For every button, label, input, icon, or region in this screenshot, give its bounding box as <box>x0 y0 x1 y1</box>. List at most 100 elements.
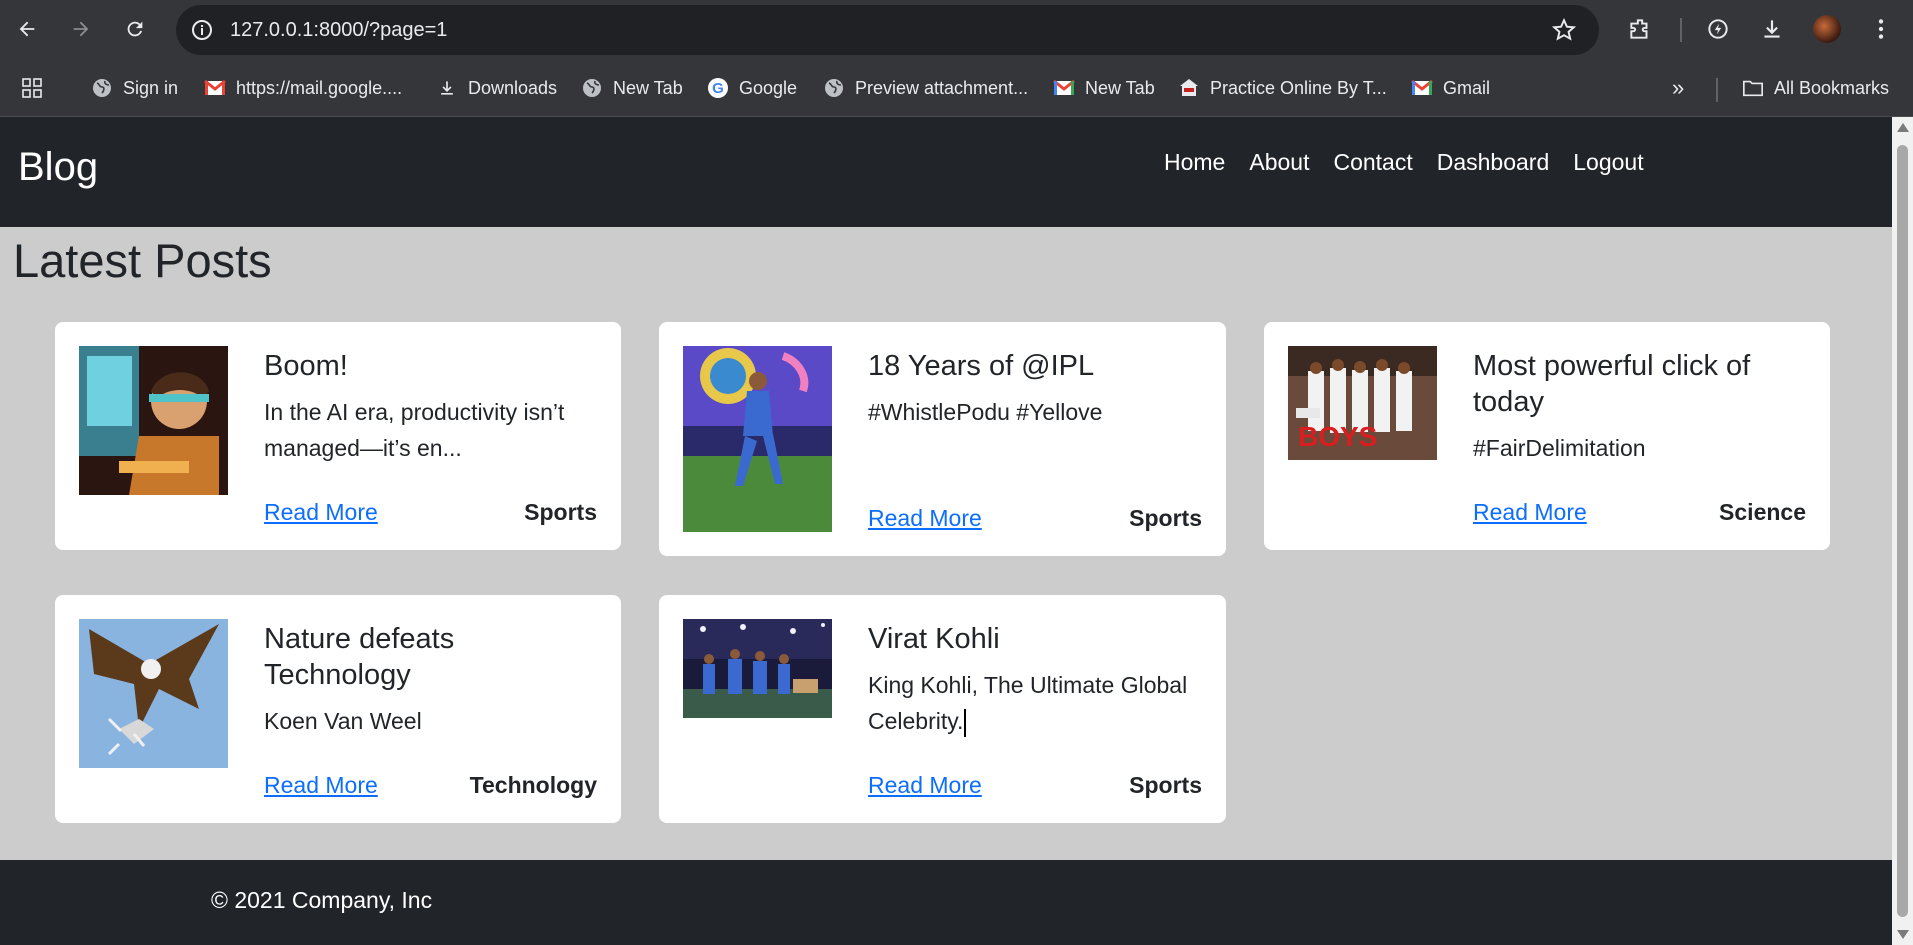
post-image-boy-at-computer[interactable] <box>79 346 228 495</box>
bookmark-gmail[interactable]: Gmail <box>1411 74 1490 102</box>
post-image-stadium-celebration[interactable] <box>683 619 832 718</box>
page-title: Latest Posts <box>13 234 272 287</box>
post-title: Boom! <box>264 350 348 382</box>
nav-home-link[interactable]: Home <box>1164 149 1225 176</box>
reload-button[interactable] <box>117 11 153 47</box>
arrow-right-icon <box>73 21 89 37</box>
post-excerpt: Koen Van Weel <box>264 708 422 734</box>
kebab-menu-icon <box>1878 19 1884 39</box>
arrow-left-icon <box>19 21 35 37</box>
post-title: Virat Kohli <box>868 623 1000 655</box>
page-scrollbar[interactable] <box>1892 117 1913 945</box>
post-category: Science <box>1719 499 1806 525</box>
puzzle-icon <box>1630 19 1648 39</box>
read-more-link[interactable]: Read More <box>264 499 378 526</box>
svg-text:G: G <box>712 80 724 97</box>
nav-links: Home About Contact Dashboard Logout <box>1164 149 1668 176</box>
read-more-link[interactable]: Read More <box>868 772 982 799</box>
post-body: Nature defeats Technology Koen Van Weel <box>264 621 597 739</box>
post-excerpt: In the AI era, productivity isn’t manage… <box>264 399 565 461</box>
downloads-button[interactable] <box>1757 14 1787 44</box>
post-image-the-boys-group[interactable]: BOYS <box>1288 346 1437 460</box>
reload-icon <box>127 21 143 37</box>
more-bookmarks-button[interactable]: » <box>1672 74 1684 102</box>
post-title: Nature defeats Technology <box>264 623 455 691</box>
bookmarks-divider <box>1716 78 1718 102</box>
browser-menu-button[interactable] <box>1866 14 1896 44</box>
svg-text:BOYS: BOYS <box>1298 421 1377 452</box>
read-more-link[interactable]: Read More <box>264 772 378 799</box>
forward-button[interactable] <box>63 11 99 47</box>
extensions-button[interactable] <box>1625 14 1655 44</box>
browser-toolbar: 127.0.0.1:8000/?page=1 <box>0 0 1913 60</box>
post-category: Sports <box>1129 505 1202 531</box>
post-excerpt: King Kohli, The Ultimate Global Celebrit… <box>868 667 1202 739</box>
toolbar-divider <box>1680 18 1682 42</box>
bookmark-new-tab-1[interactable]: New Tab <box>581 74 683 102</box>
site-brand[interactable]: Blog <box>18 145 98 190</box>
scroll-down-arrow-icon[interactable] <box>1897 930 1909 939</box>
globe-icon <box>581 77 603 99</box>
chevron-double-right-icon: » <box>1672 75 1685 100</box>
post-excerpt: #WhistlePodu #Yellove <box>868 399 1103 425</box>
bookmark-google[interactable]: G Google <box>707 74 797 102</box>
post-body: Boom! In the AI era, productivity isn’t … <box>264 348 597 466</box>
scrollbar-thumb[interactable] <box>1897 145 1908 917</box>
post-body: Virat Kohli King Kohli, The Ultimate Glo… <box>868 621 1202 739</box>
apps-button[interactable] <box>20 74 44 102</box>
bookmark-practice-online[interactable]: Practice Online By T... <box>1178 74 1387 102</box>
nav-dashboard-link[interactable]: Dashboard <box>1437 149 1550 176</box>
read-more-link[interactable]: Read More <box>1473 499 1587 526</box>
post-footer: Read More Sports <box>868 772 1202 799</box>
profile-avatar[interactable] <box>1813 15 1841 43</box>
download-icon <box>1764 20 1780 38</box>
post-category: Sports <box>524 499 597 525</box>
post-excerpt: #FairDelimitation <box>1473 435 1646 461</box>
post-image-cricketer-walking[interactable] <box>683 346 832 532</box>
post-excerpt-text: King Kohli, The Ultimate Global Celebrit… <box>868 672 1188 734</box>
copyright-text: © 2021 Company, Inc <box>211 887 433 913</box>
post-card: BOYS Most powerful click of today #FairD… <box>1264 322 1830 550</box>
post-body: 18 Years of @IPL #WhistlePodu #Yellove <box>868 348 1202 430</box>
post-title: 18 Years of @IPL <box>868 350 1095 382</box>
site-navbar: Blog Home About Contact Dashboard Logout <box>0 117 1892 227</box>
bookmark-downloads[interactable]: Downloads <box>436 74 557 102</box>
post-card: Nature defeats Technology Koen Van Weel … <box>55 595 621 823</box>
url-text[interactable]: 127.0.0.1:8000/?page=1 <box>230 19 447 42</box>
bookmark-sign-in[interactable]: Sign in <box>91 74 178 102</box>
nav-about-link[interactable]: About <box>1249 149 1309 176</box>
post-body: Most powerful click of today #FairDelimi… <box>1473 348 1806 466</box>
speedometer-icon <box>1708 19 1728 39</box>
bookmark-new-tab-2[interactable]: New Tab <box>1053 74 1155 102</box>
site-footer: © 2021 Company, Inc <box>0 860 1892 945</box>
post-category: Sports <box>1129 772 1202 798</box>
post-card: Virat Kohli King Kohli, The Ultimate Glo… <box>659 595 1226 823</box>
read-more-link[interactable]: Read More <box>868 505 982 532</box>
nav-logout-link[interactable]: Logout <box>1573 149 1643 176</box>
back-button[interactable] <box>9 11 45 47</box>
scroll-up-arrow-icon[interactable] <box>1897 123 1909 132</box>
gmail-icon <box>204 77 226 99</box>
bookmarks-bar: Sign in https://mail.google.... Download… <box>0 60 1913 117</box>
bookmark-preview-attachment[interactable]: Preview attachment... <box>823 74 1028 102</box>
post-image-eagle-drone[interactable] <box>79 619 228 768</box>
all-bookmarks-button[interactable]: All Bookmarks <box>1742 74 1889 102</box>
address-bar[interactable]: 127.0.0.1:8000/?page=1 <box>176 5 1599 55</box>
gmail-icon <box>1053 77 1075 99</box>
bookmark-star-icon[interactable] <box>1551 17 1577 43</box>
performance-button[interactable] <box>1703 14 1733 44</box>
globe-icon <box>823 77 845 99</box>
site-info-icon[interactable] <box>190 18 214 42</box>
post-footer: Read More Sports <box>868 505 1202 532</box>
post-footer: Read More Technology <box>264 772 597 799</box>
web-page: Blog Home About Contact Dashboard Logout… <box>0 117 1892 945</box>
post-card: Boom! In the AI era, productivity isn’t … <box>55 322 621 550</box>
bookmark-mail-google[interactable]: https://mail.google.... <box>204 74 402 102</box>
nav-contact-link[interactable]: Contact <box>1333 149 1412 176</box>
post-title: Most powerful click of today <box>1473 350 1751 418</box>
site-icon <box>1178 77 1200 99</box>
globe-icon <box>91 77 113 99</box>
apps-grid-icon <box>22 78 42 98</box>
gmail-icon <box>1411 77 1433 99</box>
download-icon <box>436 77 458 99</box>
